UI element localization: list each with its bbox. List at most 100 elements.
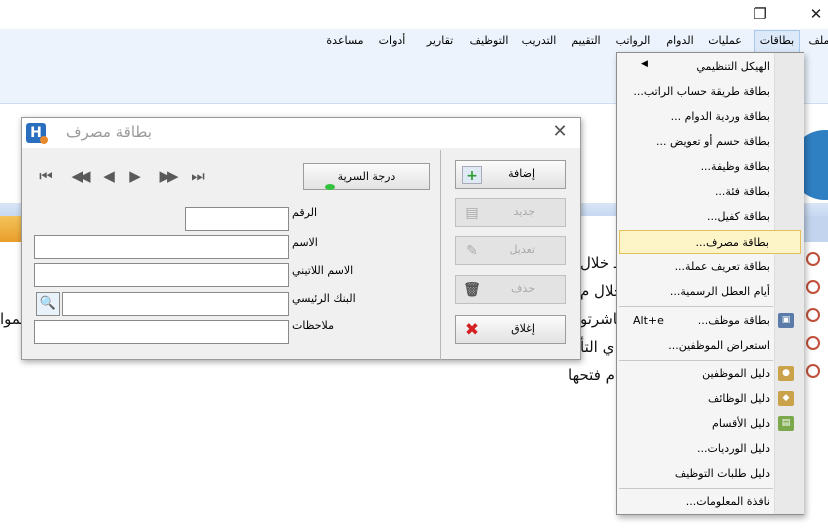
menu-item-job-requests[interactable]: دليل طلبات التوظيف bbox=[619, 462, 801, 486]
menu-item-label: استعراض الموظفين... bbox=[668, 339, 770, 352]
edit-button[interactable]: ✎ تعديل bbox=[455, 236, 566, 265]
pin-icon bbox=[806, 308, 820, 322]
menu-item-label: بطاقة تعريف عملة... bbox=[674, 260, 770, 273]
background-text-line: ي التأ bbox=[580, 338, 615, 356]
menu-item-employee[interactable]: Alt+e ▣ بطاقة موظف... bbox=[619, 309, 801, 333]
menu-item-job[interactable]: بطاقة وظيفة... bbox=[619, 155, 801, 179]
menu-item-org-structure[interactable]: ◀ الهيكل التنظيمي bbox=[619, 55, 801, 79]
new-label: جديد bbox=[513, 205, 535, 218]
close-button[interactable]: ✖ إغلاق bbox=[455, 315, 566, 344]
next-page-icon[interactable]: ▶▶ bbox=[154, 166, 180, 186]
dialog-title: بطاقة مصرف bbox=[66, 123, 152, 141]
divider bbox=[440, 150, 441, 360]
menu-item-bank[interactable]: بطاقة مصرف... bbox=[619, 230, 801, 254]
menu-help[interactable]: مساعدة bbox=[322, 32, 368, 50]
add-label: إضافة bbox=[508, 167, 535, 180]
menu-item-label: بطاقة كفيل... bbox=[706, 210, 770, 223]
menu-item-currency[interactable]: بطاقة تعريف عملة... bbox=[619, 255, 801, 279]
menu-item-label: بطاقة حسم أو تعويض ... bbox=[656, 135, 770, 148]
menu-item-label: دليل الورديات... bbox=[697, 442, 770, 455]
menu-item-shift[interactable]: بطاقة وردية الدوام ... bbox=[619, 105, 801, 129]
name-label: الاسم bbox=[292, 236, 318, 249]
status-led-icon bbox=[325, 184, 335, 190]
menu-item-label: دليل الوظائف bbox=[707, 392, 770, 405]
prev-page-icon[interactable]: ◀◀ bbox=[66, 166, 92, 186]
menu-operations[interactable]: عمليات bbox=[702, 32, 748, 50]
menu-separator bbox=[619, 306, 773, 307]
menu-item-holidays[interactable]: أيام العطل الرسمية... bbox=[619, 280, 801, 304]
number-label: الرقم bbox=[292, 206, 318, 219]
menu-item-label: بطاقة وظيفة... bbox=[700, 160, 770, 173]
menu-item-label: بطاقة موظف... bbox=[697, 314, 770, 327]
close-x-icon: ✖ bbox=[464, 320, 480, 340]
close-icon[interactable]: ✕ bbox=[550, 122, 570, 142]
menu-bar: ملف بطاقات عمليات الدوام الرواتب التقييم… bbox=[0, 29, 828, 52]
delete-label: حذف bbox=[511, 282, 535, 295]
main-bank-label: البنك الرئيسي bbox=[292, 292, 356, 305]
pin-icon bbox=[806, 280, 820, 294]
prev-record-icon[interactable]: ◀ bbox=[100, 166, 118, 186]
menu-attendance[interactable]: الدوام bbox=[662, 32, 698, 50]
latin-name-label: الاسم اللاتيني bbox=[292, 264, 354, 277]
menu-item-shifts-directory[interactable]: دليل الورديات... bbox=[619, 437, 801, 461]
background-text-line: م فتحها bbox=[568, 366, 615, 384]
close-label: إغلاق bbox=[511, 322, 535, 335]
menu-item-label: دليل طلبات التوظيف bbox=[674, 467, 770, 480]
number-field[interactable] bbox=[185, 207, 289, 231]
name-field[interactable] bbox=[34, 235, 289, 259]
menu-item-label: بطاقة وردية الدوام ... bbox=[670, 110, 770, 123]
departments-directory-icon: ▤ bbox=[778, 416, 794, 431]
menu-item-category[interactable]: بطاقة فئة... bbox=[619, 180, 801, 204]
employee-card-icon: ▣ bbox=[778, 313, 794, 328]
latin-name-field[interactable] bbox=[34, 263, 289, 287]
menu-tools[interactable]: أدوات bbox=[374, 32, 410, 50]
menu-reports[interactable]: تقارير bbox=[420, 32, 460, 50]
new-button[interactable]: ▤ جديد bbox=[455, 198, 566, 227]
menu-item-sponsor[interactable]: بطاقة كفيل... bbox=[619, 205, 801, 229]
menu-item-label: بطاقة مصرف... bbox=[695, 236, 769, 249]
window-titlebar: ❐ ✕ bbox=[0, 0, 828, 29]
delete-button[interactable]: 🗑 حذف bbox=[455, 275, 566, 304]
maximize-icon[interactable]: ❐ bbox=[750, 5, 770, 23]
bank-card-dialog: H بطاقة مصرف ✕ ⏮ ◀◀ ◀ ▶ ▶▶ ⏭ درجة السرية… bbox=[21, 117, 581, 360]
menu-separator bbox=[619, 360, 773, 361]
menu-item-jobs-directory[interactable]: ◆ دليل الوظائف bbox=[619, 387, 801, 411]
last-record-icon[interactable]: ⏭ bbox=[188, 166, 208, 186]
menu-training[interactable]: التدريب bbox=[518, 32, 560, 50]
menu-item-info-window[interactable]: نافذة المعلومات... bbox=[619, 490, 801, 514]
search-icon[interactable]: 🔍 bbox=[36, 292, 60, 316]
main-bank-field[interactable] bbox=[62, 292, 289, 316]
menu-item-label: نافذة المعلومات... bbox=[685, 495, 770, 508]
menu-item-label: بطاقة طريقة حساب الراتب... bbox=[633, 85, 770, 98]
edit-label: تعديل bbox=[509, 243, 535, 256]
menu-item-label: أيام العطل الرسمية... bbox=[669, 285, 770, 298]
menu-cards[interactable]: بطاقات bbox=[754, 30, 800, 52]
menu-item-label: دليل الأقسام bbox=[712, 417, 770, 430]
cards-dropdown-menu: ◀ الهيكل التنظيمي بطاقة طريقة حساب الرات… bbox=[616, 52, 804, 515]
app-logo-icon: H bbox=[26, 123, 48, 144]
menu-payroll[interactable]: الرواتب bbox=[610, 32, 656, 50]
notes-field[interactable] bbox=[34, 320, 289, 344]
first-record-icon[interactable]: ⏮ bbox=[36, 166, 56, 186]
menu-item-label: بطاقة فئة... bbox=[714, 185, 770, 198]
secrecy-level-label: درجة السرية bbox=[337, 170, 396, 183]
menu-item-label: الهيكل التنظيمي bbox=[696, 60, 770, 73]
menu-item-salary-method[interactable]: بطاقة طريقة حساب الراتب... bbox=[619, 80, 801, 104]
menu-evaluation[interactable]: التقييم bbox=[566, 32, 606, 50]
secrecy-level-button[interactable]: درجة السرية bbox=[303, 163, 430, 190]
menu-item-employee-directory[interactable]: ● دليل الموظفين bbox=[619, 362, 801, 386]
menu-item-departments-directory[interactable]: ▤ دليل الأقسام bbox=[619, 412, 801, 436]
background-blue-tab bbox=[800, 216, 828, 242]
add-icon: + bbox=[462, 166, 482, 184]
next-record-icon[interactable]: ▶ bbox=[126, 166, 144, 186]
menu-item-deduction[interactable]: بطاقة حسم أو تعويض ... bbox=[619, 130, 801, 154]
menu-item-browse-employees[interactable]: استعراض الموظفين... bbox=[619, 334, 801, 358]
menu-file[interactable]: ملف bbox=[806, 32, 828, 50]
shortcut-label: Alt+e bbox=[633, 314, 664, 327]
add-button[interactable]: + إضافة bbox=[455, 160, 566, 189]
menu-recruitment[interactable]: التوظيف bbox=[466, 32, 512, 50]
submenu-arrow-icon: ◀ bbox=[641, 59, 648, 69]
pin-icon bbox=[806, 252, 820, 266]
new-record-icon: ▤ bbox=[465, 205, 479, 221]
window-close-icon[interactable]: ✕ bbox=[806, 5, 826, 23]
